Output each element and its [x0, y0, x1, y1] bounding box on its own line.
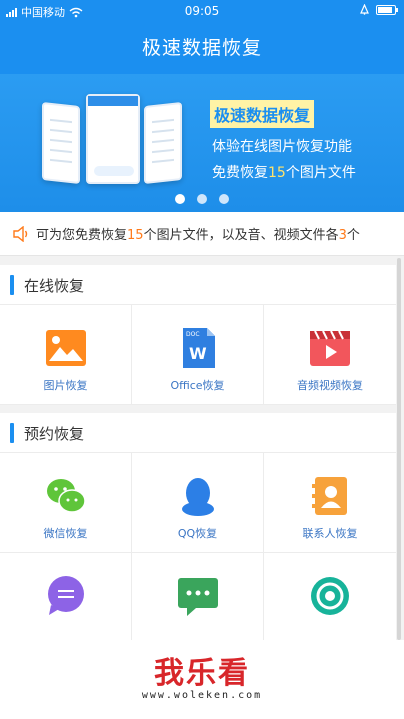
- section-title: 预约恢复: [24, 425, 85, 443]
- sync-icon: [311, 577, 349, 615]
- notice-text: 可为您免费恢复15个图片文件，以及音、视频文件各3个: [36, 228, 360, 243]
- watermark-logo: 我乐看: [154, 656, 250, 691]
- section-header-scheduled: 预约恢复: [0, 413, 396, 453]
- watermark-url: www.woleken.com: [141, 690, 263, 701]
- clock: 09:05: [184, 4, 220, 18]
- phone-mockup-illustration: [42, 94, 182, 194]
- wechat-icon: [46, 479, 86, 513]
- status-bar: 中国移动 09:05: [0, 0, 404, 22]
- banner-title: 极速数据恢复: [210, 100, 315, 128]
- contacts-icon: [312, 477, 347, 515]
- audio-video-recovery-button[interactable]: 音频视频恢复: [264, 305, 396, 405]
- scheduled-recovery-grid: 微信恢复 QQ恢复 联系人恢复: [0, 453, 396, 653]
- contacts-recovery-button[interactable]: 联系人恢复: [264, 453, 396, 553]
- sync-recovery-button[interactable]: [264, 553, 396, 653]
- sms-recovery-button[interactable]: [132, 553, 264, 653]
- free-recovery-notice: 可为您免费恢复15个图片文件，以及音、视频文件各3个: [0, 212, 404, 256]
- wechat-recovery-button[interactable]: 微信恢复: [0, 453, 132, 553]
- banner-offer: 免费恢复15个图片文件: [212, 165, 356, 181]
- carousel-indicator: [0, 194, 404, 204]
- message-bubble-icon: [47, 576, 84, 615]
- online-recovery-grid: 图片恢复 DOC W Office恢复 音频视频恢复: [0, 305, 396, 405]
- banner-subtitle: 体验在线图片恢复功能: [212, 139, 352, 155]
- qq-icon: [181, 478, 214, 516]
- page-title: 极速数据恢复: [0, 22, 404, 74]
- svg-text:W: W: [189, 344, 207, 363]
- image-recovery-button[interactable]: 图片恢复: [0, 305, 132, 405]
- word-doc-icon: DOC W: [182, 328, 215, 368]
- battery-icon: [376, 4, 398, 15]
- sms-icon: [177, 578, 218, 616]
- carousel-dot[interactable]: [219, 194, 229, 204]
- image-icon: [45, 330, 86, 366]
- footer-watermark: 我乐看 www.woleken.com: [0, 640, 404, 719]
- section-header-online: 在线恢复: [0, 265, 396, 305]
- svg-text:DOC: DOC: [186, 331, 200, 338]
- message-recovery-button[interactable]: [0, 553, 132, 653]
- carousel-dot[interactable]: [197, 194, 207, 204]
- scrollbar[interactable]: [397, 258, 401, 640]
- section-title: 在线恢复: [24, 277, 85, 295]
- alarm-icon: [360, 4, 369, 15]
- carousel-dot[interactable]: [175, 194, 185, 204]
- video-icon: [310, 330, 350, 366]
- promo-banner[interactable]: 极速数据恢复 体验在线图片恢复功能 免费恢复15个图片文件: [0, 74, 404, 212]
- office-recovery-button[interactable]: DOC W Office恢复: [132, 305, 264, 405]
- qq-recovery-button[interactable]: QQ恢复: [132, 453, 264, 553]
- speaker-icon: [13, 225, 28, 242]
